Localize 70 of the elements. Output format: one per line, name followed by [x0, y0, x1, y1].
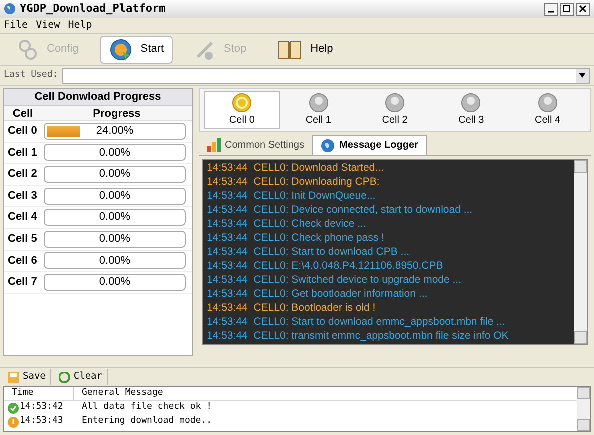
- bar-chart-icon: [207, 138, 221, 152]
- cell-label: Cell 4: [7, 210, 38, 226]
- scrollbar[interactable]: [574, 160, 587, 344]
- close-icon: [579, 5, 587, 13]
- cell-label: Cell 5: [7, 232, 38, 248]
- tab[interactable]: Common Settings: [199, 135, 312, 155]
- message-cell-text: Entering download mode..: [82, 415, 212, 428]
- menu-item[interactable]: Help: [68, 18, 92, 33]
- cell-tab[interactable]: Cell 3: [433, 91, 510, 129]
- log-line: 14:53:44 CELL0: Check phone pass !: [207, 231, 386, 245]
- window-title: YGDP_Download_Platform: [20, 0, 166, 17]
- message-cell-text: All data file check ok !: [82, 401, 212, 414]
- column-header: Cell: [12, 107, 34, 120]
- toolbar-button[interactable]: Clear: [54, 369, 108, 385]
- time-cell-text: 14:53:43: [20, 415, 64, 428]
- column-header: General Message: [81, 386, 164, 400]
- log-line: 14:53:44 CELL0: Get bootloader information ...: [207, 287, 429, 301]
- cell-tab[interactable]: Cell 0: [204, 91, 280, 129]
- book-icon: [276, 38, 303, 60]
- check-icon: [8, 402, 19, 414]
- maximize-button[interactable]: [560, 2, 574, 16]
- globe-icon: [321, 138, 336, 152]
- log-line: 14:53:44 CELL0: Start to download CPB ...: [207, 245, 411, 259]
- log-line: 14:53:44 CELL0: Download Started...: [207, 161, 385, 175]
- menu-item[interactable]: View: [36, 18, 60, 33]
- cell-tab[interactable]: Cell 2: [356, 91, 434, 129]
- column-header: Progress: [92, 107, 142, 120]
- cell-label: Cell 3: [7, 188, 38, 204]
- close-button[interactable]: [576, 2, 590, 16]
- cell-label: Cell 7: [7, 275, 38, 290]
- cell-label: Cell 6: [7, 254, 38, 269]
- progress-reading: 0.00%: [98, 167, 132, 182]
- gears-icon: [17, 38, 39, 60]
- log-line: 14:53:44 CELL0: Device connected, start to download ...: [207, 203, 474, 217]
- last-used-label: Last Used:: [4, 68, 58, 82]
- progress-reading: 0.00%: [98, 254, 132, 268]
- toolbar-button[interactable]: Start: [100, 36, 174, 64]
- minimize-button[interactable]: [544, 2, 558, 16]
- maximize-icon: [563, 5, 571, 13]
- menu-item[interactable]: File: [4, 18, 28, 33]
- log-line: 14:53:44 CELL0: Bootloader is old !: [207, 301, 377, 315]
- progress-reading: 0.00%: [98, 232, 132, 247]
- progress-reading: 0.00%: [98, 146, 132, 160]
- caret-icon: [579, 73, 586, 78]
- toolbar-button[interactable]: Save: [4, 369, 51, 385]
- log-line: 14:53:44 CELL0: Init DownQueue...: [207, 189, 377, 203]
- column-header: Time: [4, 386, 74, 400]
- warning-icon: [8, 416, 19, 428]
- cell-label: Cell 1: [7, 146, 38, 161]
- globe-icon: [4, 3, 16, 15]
- progress-reading: 0.00%: [98, 210, 132, 226]
- globe-icon: [108, 38, 133, 62]
- cell-tab[interactable]: Cell 1: [280, 91, 357, 129]
- log-line: 14:53:44 CELL0: Switched device to upgrade mode ...: [207, 273, 463, 287]
- tab[interactable]: Message Logger: [312, 135, 428, 155]
- panel-title: Cell Donwload Progress: [4, 89, 192, 106]
- time-cell-text: 14:53:42: [20, 401, 64, 414]
- log-line: 14:53:44 CELL0: transmit emmc_appsboot.mbn file size info OK: [207, 329, 510, 343]
- cell-label: Cell 2: [7, 167, 38, 182]
- scrollbar[interactable]: [577, 387, 590, 431]
- toolbar-button[interactable]: Help: [268, 36, 342, 64]
- log-line: 14:53:44 CELL0: E:\4.0.048.P4.121106.8950.CPB: [207, 259, 444, 273]
- progress-reading: 0.00%: [98, 188, 132, 204]
- log-line: 14:53:44 CELL0: Start to download emmc_appsboot.mbn file ...: [207, 315, 506, 329]
- log-line: 14:53:44 CELL0: Check device ...: [207, 217, 368, 231]
- cell-tab[interactable]: Cell 4: [510, 91, 586, 129]
- log-line: 14:53:44 CELL0: Downloading CPB:: [207, 175, 381, 189]
- progress-reading: 0.00%: [98, 275, 132, 290]
- cell-label: Cell 0: [7, 124, 38, 140]
- progress-reading: 24.00%: [95, 124, 135, 139]
